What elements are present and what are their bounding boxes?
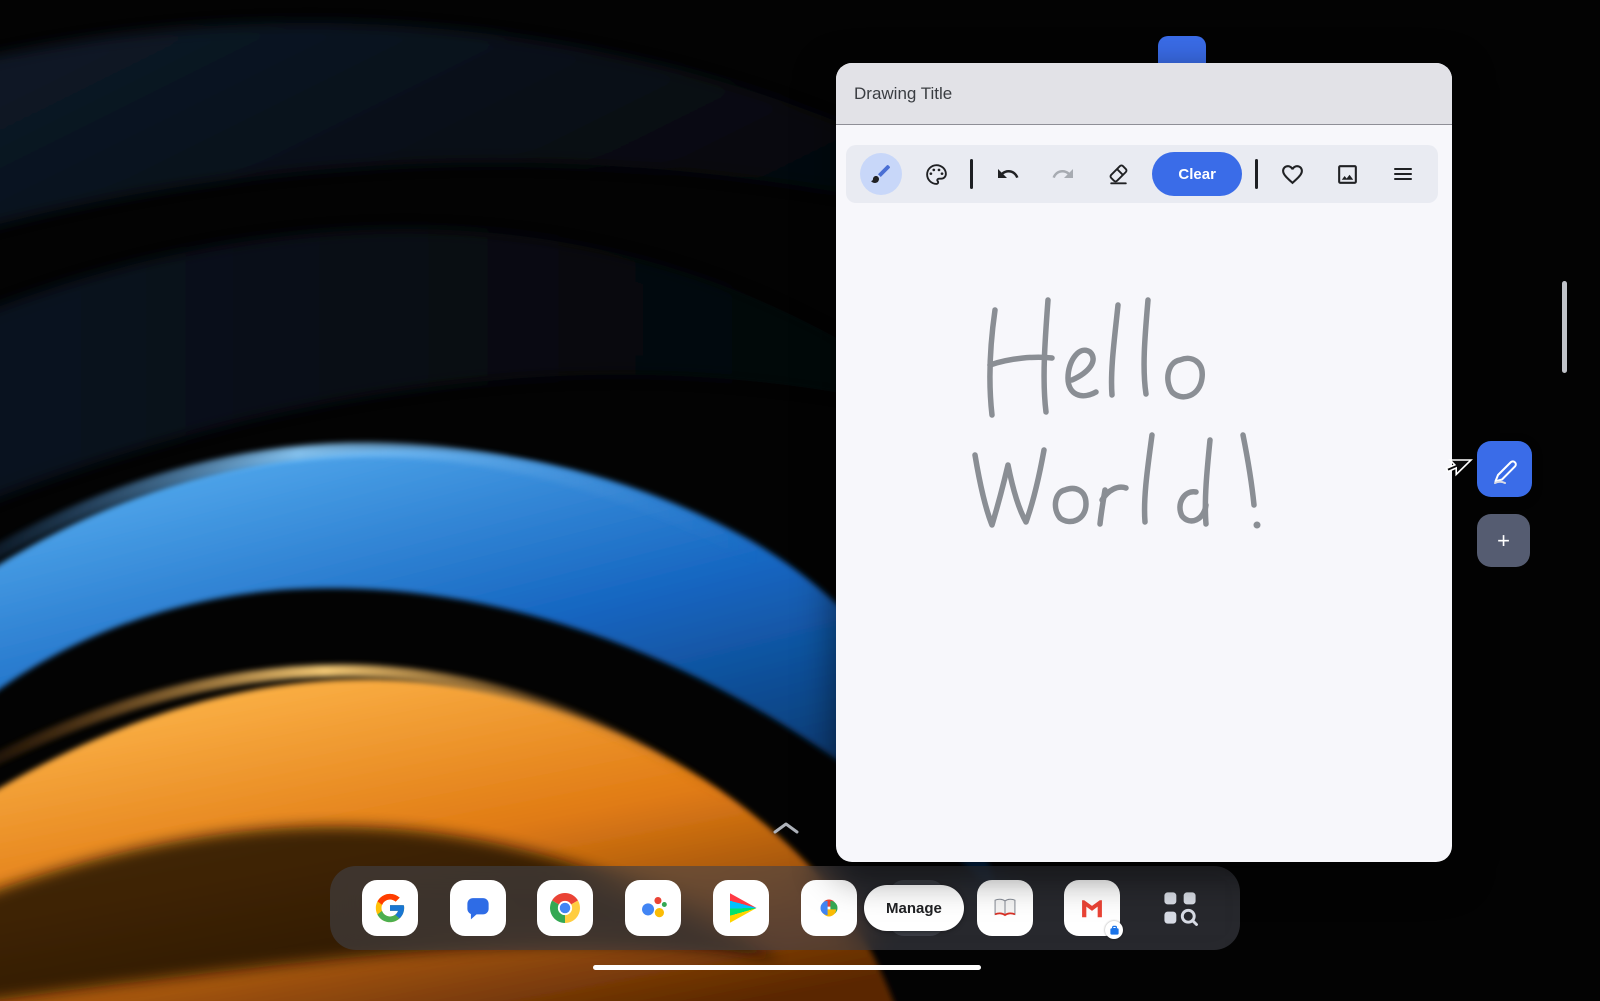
eraser-button[interactable] xyxy=(1097,153,1139,195)
window-title: Drawing Title xyxy=(854,84,952,104)
dock-expand-button[interactable] xyxy=(772,820,800,839)
brush-icon xyxy=(869,162,893,186)
scroll-indicator xyxy=(1562,281,1567,373)
window-titlebar[interactable]: Drawing Title xyxy=(836,63,1452,125)
toolbar-divider xyxy=(970,159,973,189)
eraser-icon xyxy=(1106,162,1131,187)
photos-icon xyxy=(812,891,846,925)
gmail-icon xyxy=(1075,891,1109,925)
drawing-app-window: Drawing Title xyxy=(836,63,1452,862)
add-note-button[interactable]: + xyxy=(1477,514,1530,567)
app-drawer-search-icon xyxy=(1158,886,1202,930)
chevron-up-icon xyxy=(772,820,800,836)
heart-icon xyxy=(1280,162,1305,187)
favorite-button[interactable] xyxy=(1271,153,1313,195)
chrome-icon xyxy=(547,890,583,926)
dock-app-messages[interactable] xyxy=(450,880,506,936)
messages-icon xyxy=(461,891,495,925)
clear-button[interactable]: Clear xyxy=(1152,152,1242,196)
stylus-tools-button[interactable] xyxy=(1477,441,1532,497)
overflow-menu-button[interactable] xyxy=(1382,153,1424,195)
color-palette-button[interactable] xyxy=(915,153,957,195)
redo-icon xyxy=(1051,162,1075,186)
hamburger-menu-icon xyxy=(1391,162,1415,186)
desktop: Drawing Title xyxy=(0,0,1600,1001)
undo-button[interactable] xyxy=(987,153,1029,195)
dock-app-chrome[interactable] xyxy=(537,880,593,936)
taskbar-dock: Manage xyxy=(330,866,1240,950)
briefcase-icon xyxy=(1109,925,1120,936)
google-logo-icon xyxy=(373,891,407,925)
toolbar-divider xyxy=(1255,159,1258,189)
pen-icon xyxy=(1488,452,1522,486)
work-profile-badge xyxy=(1105,921,1123,939)
dock-app-play-books[interactable] xyxy=(977,880,1033,936)
plus-icon: + xyxy=(1497,528,1510,554)
assistant-icon xyxy=(636,891,670,925)
dock-app-play-store[interactable] xyxy=(713,880,769,936)
insert-image-button[interactable] xyxy=(1327,153,1369,195)
dock-app-photos[interactable] xyxy=(801,880,857,936)
play-store-icon xyxy=(730,893,757,923)
image-icon xyxy=(1335,162,1360,187)
manage-button[interactable]: Manage xyxy=(864,885,964,931)
dock-app-drawer[interactable] xyxy=(1152,880,1208,936)
dock-app-google[interactable] xyxy=(362,880,418,936)
drawing-toolbar: Clear xyxy=(846,145,1438,203)
drawing-canvas[interactable] xyxy=(836,203,1452,862)
gesture-navigation-bar[interactable] xyxy=(593,965,981,970)
undo-icon xyxy=(996,162,1020,186)
dock-app-assistant[interactable] xyxy=(625,880,681,936)
brush-tool-button[interactable] xyxy=(860,153,902,195)
palette-icon xyxy=(924,162,949,187)
dock-app-gmail[interactable] xyxy=(1064,880,1120,936)
redo-button[interactable] xyxy=(1042,153,1084,195)
book-icon xyxy=(988,891,1022,925)
